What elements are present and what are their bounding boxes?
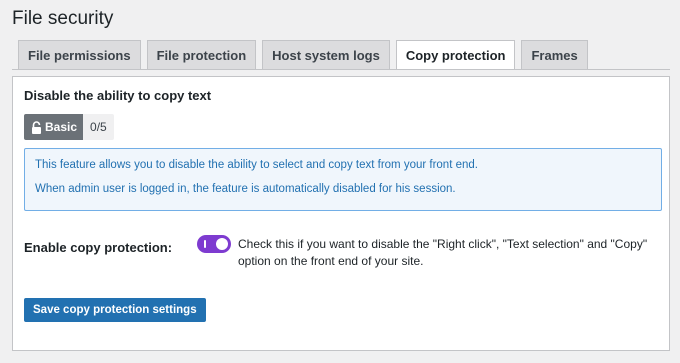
toggle-knob (216, 238, 228, 250)
tabs-divider (12, 69, 670, 70)
level-basic: Basic (24, 114, 84, 140)
info-notice: This feature allows you to disable the a… (24, 148, 662, 211)
page: File security File permissions File prot… (0, 0, 680, 363)
level-basic-label: Basic (45, 120, 78, 134)
page-title: File security (12, 8, 114, 29)
info-line-2: When admin user is logged in, the featur… (35, 183, 456, 195)
tab-bar: File permissions File protection Host sy… (18, 40, 588, 70)
tab-frames[interactable]: Frames (521, 40, 588, 69)
tab-file-permissions[interactable]: File permissions (18, 40, 141, 69)
tab-host-system-logs[interactable]: Host system logs (262, 40, 390, 69)
security-level-badge: Basic 0/5 (24, 114, 114, 140)
copy-protection-label: Enable copy protection: (24, 240, 173, 255)
tab-file-protection[interactable]: File protection (146, 40, 257, 69)
tab-copy-protection[interactable]: Copy protection (395, 40, 516, 70)
save-button[interactable]: Save copy protection settings (24, 298, 206, 322)
copy-protection-description: Check this if you want to disable the "R… (238, 237, 648, 268)
info-line-1: This feature allows you to disable the a… (35, 159, 478, 171)
section-title: Disable the ability to copy text (24, 88, 212, 103)
lock-icon (31, 120, 42, 134)
level-score: 0/5 (83, 114, 114, 140)
toggle-on-indicator (204, 240, 206, 248)
copy-protection-toggle[interactable] (197, 235, 231, 253)
settings-panel: Disable the ability to copy text Basic 0… (12, 76, 670, 351)
